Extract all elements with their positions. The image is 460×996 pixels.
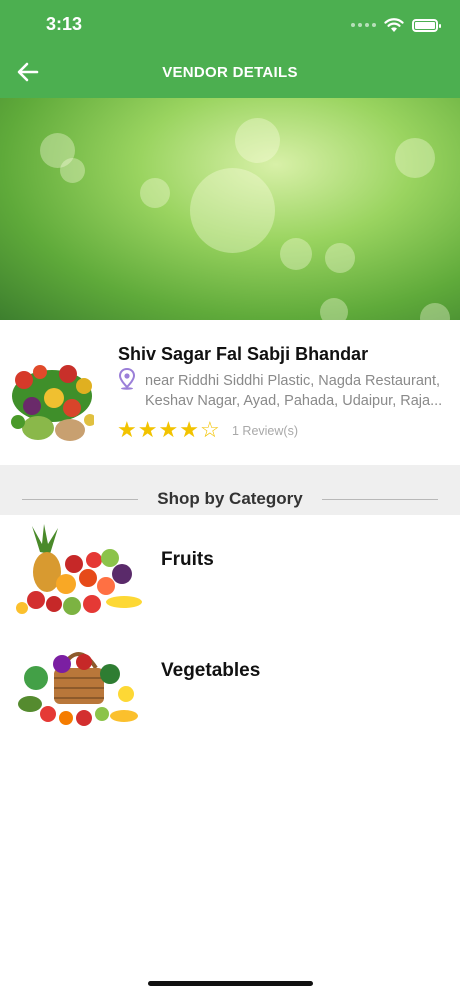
- signal-dots-icon: [351, 23, 376, 27]
- divider-right: [322, 499, 438, 500]
- rating-stars: ★ ★ ★ ★ ☆: [117, 418, 220, 442]
- category-name: Fruits: [161, 549, 214, 570]
- category-section-header: Shop by Category: [0, 465, 460, 515]
- vendor-banner-image: [0, 98, 460, 320]
- vendor-address: near Riddhi Siddhi Plastic, Nagda Restau…: [145, 371, 450, 411]
- star-empty-icon: ☆: [199, 417, 220, 442]
- fruits-image: [16, 524, 142, 615]
- vegetables-image: [18, 652, 138, 726]
- category-item-fruits[interactable]: Fruits: [0, 518, 460, 630]
- status-icons: [351, 16, 441, 34]
- page-title: VENDOR DETAILS: [162, 64, 298, 81]
- vendor-name: Shiv Sagar Fal Sabji Bhandar: [118, 344, 369, 364]
- wifi-icon: [384, 18, 404, 32]
- vendor-thumbnail: [10, 350, 94, 456]
- vendor-address-line1: near Riddhi Siddhi Plastic, Nagda Restau…: [145, 373, 440, 389]
- location-pin-icon: [118, 368, 136, 390]
- category-item-vegetables[interactable]: Vegetables: [0, 630, 460, 742]
- status-time: 3:13: [46, 14, 83, 34]
- vendor-address-line2: Keshav Nagar, Ayad, Pahada, Udaipur, Raj…: [145, 393, 443, 409]
- star-icon: ★: [117, 417, 137, 442]
- vendor-card: Shiv Sagar Fal Sabji Bhandar near Riddhi…: [0, 320, 460, 465]
- star-icon: ★: [158, 417, 179, 442]
- star-icon: ★: [179, 417, 199, 442]
- review-count-link[interactable]: 1 Review(s): [232, 424, 298, 438]
- category-name: Vegetables: [161, 660, 261, 681]
- battery-icon: [412, 18, 441, 32]
- app-header: 3:13 VENDOR DETAILS: [0, 0, 460, 98]
- home-indicator[interactable]: [148, 981, 313, 986]
- star-icon: ★: [137, 417, 158, 442]
